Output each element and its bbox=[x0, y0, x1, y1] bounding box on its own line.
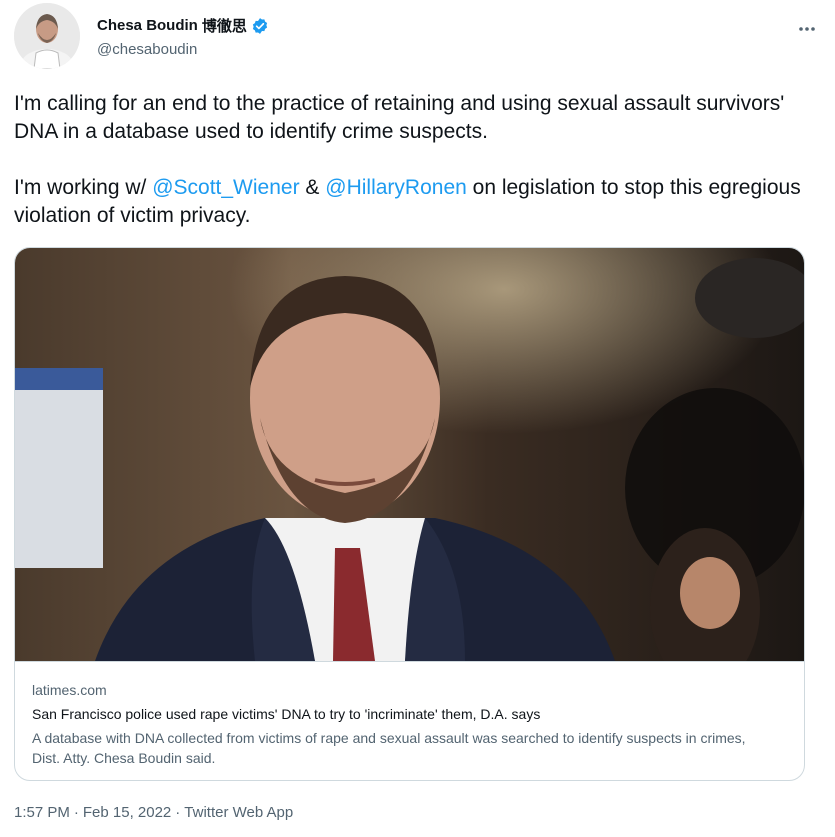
verified-badge-icon bbox=[251, 17, 269, 35]
link-card[interactable]: latimes.com San Francisco police used ra… bbox=[14, 247, 805, 781]
tweet-paragraph-1: I'm calling for an end to the practice o… bbox=[14, 92, 785, 143]
more-horizontal-icon[interactable] bbox=[793, 18, 821, 40]
card-title[interactable]: San Francisco police used rape victims' … bbox=[32, 706, 540, 722]
tweet-text-and: & bbox=[299, 176, 326, 199]
tweet-source[interactable]: Twitter Web App bbox=[184, 804, 293, 821]
tweet-paragraph-2: I'm working w/ @Scott_Wiener & @HillaryR… bbox=[14, 174, 814, 230]
meta-separator: · bbox=[73, 804, 79, 821]
tweet-time[interactable]: 1:57 PM bbox=[14, 804, 70, 821]
author-name-row[interactable]: Chesa Boudin 博徹思 bbox=[97, 15, 269, 36]
card-domain: latimes.com bbox=[32, 682, 107, 698]
tweet-text: I'm calling for an end to the practice o… bbox=[14, 90, 814, 230]
tweet-date[interactable]: Feb 15, 2022 bbox=[83, 804, 171, 821]
mention-scott-wiener[interactable]: @Scott_Wiener bbox=[152, 176, 299, 199]
author-block: Chesa Boudin 博徹思 @chesaboudin bbox=[97, 15, 269, 58]
mention-hillary-ronen[interactable]: @HillaryRonen bbox=[325, 176, 467, 199]
meta-separator: · bbox=[175, 804, 181, 821]
author-avatar[interactable] bbox=[14, 3, 80, 69]
tweet-text-prefix: I'm working w/ bbox=[14, 176, 153, 199]
tweet-header: Chesa Boudin 博徹思 @chesaboudin bbox=[14, 0, 821, 78]
card-description: A database with DNA collected from victi… bbox=[32, 730, 746, 766]
author-name[interactable]: Chesa Boudin bbox=[97, 17, 198, 34]
card-image[interactable] bbox=[15, 248, 804, 661]
author-name-chinese[interactable]: 博徹思 bbox=[202, 15, 247, 36]
tweet-meta: 1:57 PM · Feb 15, 2022 · Twitter Web App bbox=[14, 804, 293, 821]
author-handle[interactable]: @chesaboudin bbox=[97, 41, 269, 58]
card-body: latimes.com San Francisco police used ra… bbox=[15, 661, 804, 780]
